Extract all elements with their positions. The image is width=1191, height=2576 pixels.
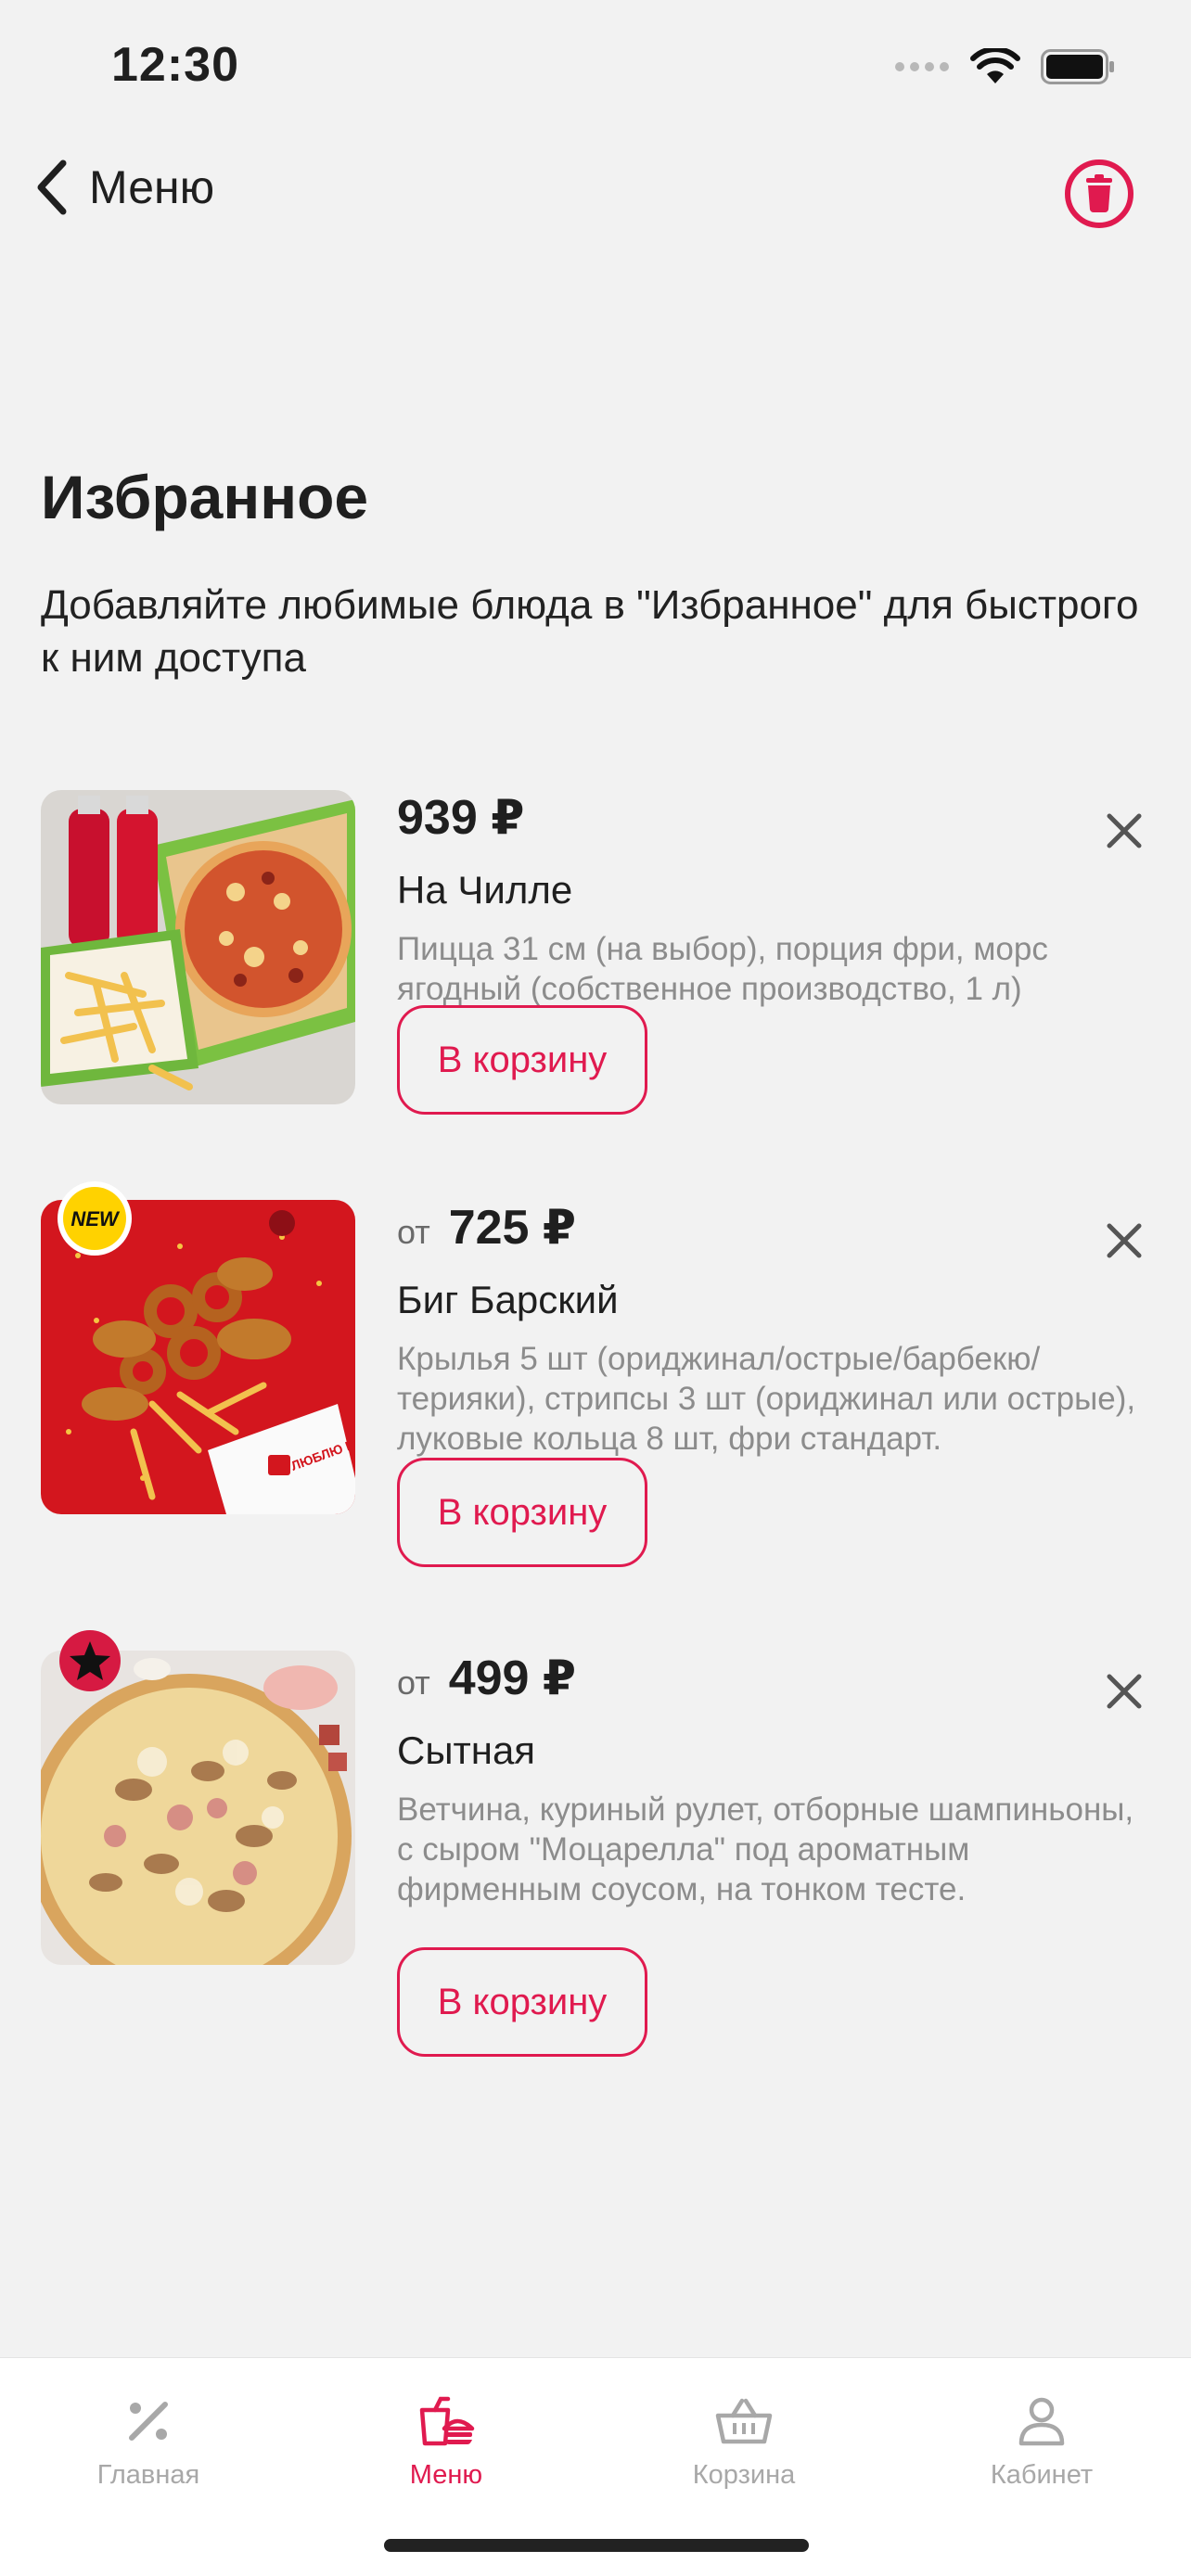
- status-time: 12:30: [111, 38, 239, 92]
- status-bar: 12:30: [0, 0, 1191, 130]
- nav-bar: Меню: [0, 148, 1191, 241]
- star-icon: [59, 1630, 121, 1691]
- add-to-cart-button[interactable]: В корзину: [397, 1947, 647, 2057]
- favorite-item: от 499 ₽ Сытная Ветчина, куриный рулет, …: [0, 1630, 1191, 2077]
- wifi-icon: [970, 48, 1020, 83]
- menu-food-icon: [419, 2396, 475, 2446]
- page-subtitle: Добавляйте любимые блюда в "Избранное" д…: [41, 582, 1139, 681]
- new-badge: NEW: [58, 1181, 132, 1256]
- close-icon[interactable]: [1102, 1218, 1146, 1263]
- close-icon[interactable]: [1102, 809, 1146, 853]
- svg-text:NEW: NEW: [70, 1207, 121, 1231]
- back-label: Меню: [89, 161, 215, 213]
- tab-label: Главная: [96, 2460, 200, 2490]
- price-row: 939 ₽: [397, 790, 524, 846]
- price-row: от 725 ₽: [397, 1200, 576, 1256]
- page-title: Избранное: [41, 463, 369, 531]
- add-to-cart-button[interactable]: В корзину: [397, 1005, 647, 1115]
- back-button[interactable]: Меню: [33, 159, 214, 215]
- product-image[interactable]: [41, 1651, 355, 1965]
- item-description: Крылья 5 шт (ориджинал/острые/барбекю/те…: [397, 1341, 1136, 1457]
- home-indicator: [384, 2539, 809, 2552]
- person-icon: [1018, 2397, 1065, 2446]
- tab-account[interactable]: Кабинет: [949, 2395, 1134, 2491]
- cellular-signal-icon: [895, 62, 949, 71]
- basket-icon: [715, 2398, 773, 2444]
- price-row: от 499 ₽: [397, 1651, 576, 1706]
- percent-icon: [129, 2402, 168, 2441]
- item-name: Сытная: [397, 1728, 536, 1772]
- close-icon[interactable]: [1102, 1669, 1146, 1714]
- item-price: 939 ₽: [397, 791, 525, 845]
- item-price: 725 ₽: [448, 1201, 577, 1255]
- tab-label: Меню: [409, 2460, 483, 2490]
- add-to-cart-button[interactable]: В корзину: [397, 1458, 647, 1567]
- price-prefix: от: [397, 1664, 430, 1702]
- price-prefix: от: [397, 1213, 430, 1251]
- favorite-item: ЛЮБЛЮ PIZZA NEW от 725 ₽ Биг Барский Кры…: [0, 1181, 1191, 1571]
- tab-home[interactable]: Главная: [56, 2395, 241, 2491]
- product-image[interactable]: [41, 790, 355, 1104]
- chevron-left-icon: [37, 159, 67, 215]
- item-name: Биг Барский: [397, 1278, 619, 1321]
- item-description: Ветчина, куриный рулет, отборные шампинь…: [397, 1792, 1134, 1907]
- tab-label: Корзина: [692, 2460, 796, 2490]
- status-icons: [894, 48, 1115, 85]
- tab-label: Кабинет: [990, 2460, 1094, 2490]
- tab-menu[interactable]: Меню: [353, 2395, 539, 2491]
- trash-icon[interactable]: [1063, 158, 1135, 230]
- favorite-item: 939 ₽ На Чилле Пицца 31 см (на выбор), п…: [0, 790, 1191, 1124]
- battery-icon: [1041, 49, 1114, 84]
- item-description: Пицца 31 см (на выбор), порция фри, морс…: [397, 931, 1048, 1007]
- tab-cart[interactable]: Корзина: [651, 2395, 837, 2491]
- item-price: 499 ₽: [448, 1651, 577, 1705]
- item-name: На Чилле: [397, 868, 573, 912]
